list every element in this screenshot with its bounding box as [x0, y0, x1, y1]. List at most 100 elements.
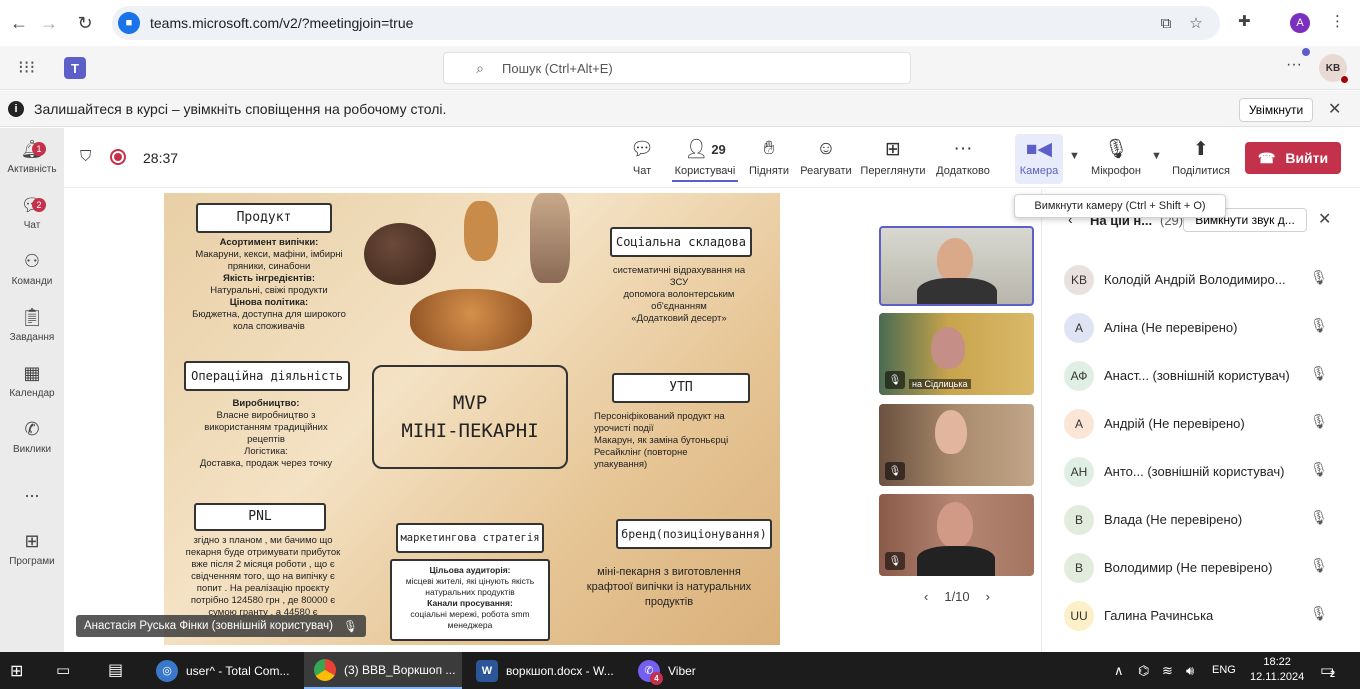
- viber-icon: ✆ 4: [638, 659, 663, 685]
- search-box[interactable]: ⌕ Пошук (Ctrl+Alt+E): [443, 52, 911, 84]
- browser-profile-avatar[interactable]: A: [1290, 13, 1310, 33]
- rail-item-teams[interactable]: ⚇ Команди: [0, 248, 64, 300]
- chevron-left-icon[interactable]: ‹: [924, 589, 928, 604]
- participant-row[interactable]: B Володимир (Не перевірено) 🎙︎: [1042, 543, 1360, 591]
- enable-notifications-button[interactable]: Увімкнути: [1239, 98, 1313, 122]
- mic-off-icon[interactable]: 🎙︎: [1310, 269, 1328, 286]
- notifications-icon[interactable]: ▭ 2: [1320, 661, 1335, 679]
- windows-start-icon[interactable]: ⊞: [10, 661, 23, 681]
- participant-name: Андрій (Не перевірено): [1104, 416, 1245, 431]
- close-icon[interactable]: ✕: [1328, 99, 1341, 119]
- chat-button[interactable]: 💬︎ Чат: [622, 136, 662, 184]
- rail-item-calls[interactable]: ✆ Виклики: [0, 416, 64, 468]
- shield-icon[interactable]: ⛉: [80, 148, 91, 165]
- rail-item-tasks[interactable]: 📋︎ Завдання: [0, 304, 64, 356]
- reload-icon[interactable]: ↻: [66, 0, 104, 46]
- mic-off-icon[interactable]: 🎙︎: [1310, 461, 1328, 478]
- meeting-timer: 28:37: [143, 150, 179, 166]
- system-clock[interactable]: 18:22 12.11.2024: [1250, 655, 1304, 685]
- rail-item-apps[interactable]: ⊞ Програми: [0, 528, 64, 580]
- share-button[interactable]: ⬆ Поділитися: [1170, 136, 1232, 184]
- participant-row[interactable]: B Влада (Не перевірено) 🎙︎: [1042, 495, 1360, 543]
- participant-row[interactable]: АФ Анаст... (зовнішній користувач) 🎙︎: [1042, 351, 1360, 399]
- recording-icon[interactable]: [110, 149, 126, 165]
- rail-item-calendar[interactable]: ▦ Календар: [0, 360, 64, 412]
- video-tile[interactable]: 🎙︎: [879, 404, 1034, 486]
- mic-off-icon[interactable]: 🎙︎: [1310, 317, 1328, 334]
- mic-off-icon[interactable]: 🎙︎: [1310, 413, 1328, 430]
- participant-row[interactable]: UU Галина Рачинська 🎙︎: [1042, 591, 1360, 639]
- more-options-icon[interactable]: ···: [1286, 56, 1302, 74]
- search-icon: ⌕: [476, 59, 484, 76]
- address-bar[interactable]: ■ teams.microsoft.com/v2/?meetingjoin=tr…: [112, 6, 1220, 40]
- taskbar-app-word[interactable]: W воркшоп.docx - W...: [468, 652, 618, 689]
- mic-off-icon[interactable]: 🎙︎: [1310, 365, 1328, 382]
- view-button[interactable]: ⊞ Переглянути: [858, 136, 928, 184]
- participant-name: Влада (Не перевірено): [1104, 512, 1243, 527]
- leave-button[interactable]: ☎ Вийти: [1245, 142, 1341, 174]
- participant-name: на Сідлицька: [909, 379, 971, 389]
- text-line: «Додатковий десерт»: [631, 313, 727, 324]
- calculator-icon[interactable]: ▤: [108, 660, 123, 680]
- language-indicator[interactable]: ENG: [1212, 664, 1236, 676]
- mic-off-icon[interactable]: 🎙︎: [1310, 509, 1328, 526]
- cinnamon-rolls-image: [410, 289, 532, 351]
- rail-item-activity[interactable]: 🔔︎ 1 Активність: [0, 136, 64, 188]
- taskbar-app-chrome[interactable]: (3) ВВВ_Воркшоп ...: [304, 652, 462, 689]
- chevron-up-icon[interactable]: ∧: [1114, 663, 1124, 679]
- browser-menu-icon[interactable]: ⋮: [1330, 12, 1345, 30]
- close-icon[interactable]: ✕: [1318, 209, 1331, 229]
- participant-row[interactable]: АН Анто... (зовнішній користувач) 🎙︎: [1042, 447, 1360, 495]
- bookmark-star-icon[interactable]: ☆: [1185, 12, 1207, 34]
- video-site-icon[interactable]: ■: [118, 12, 140, 34]
- mic-off-icon[interactable]: 🎙︎: [1310, 605, 1328, 622]
- users-button[interactable]: 👤︎ 29 Користувачі: [672, 136, 738, 184]
- pnl-title: PNL: [194, 503, 326, 531]
- more-button[interactable]: ··· Додатково: [932, 136, 994, 184]
- taskbar-app-total-commander[interactable]: ◎ user^ - Total Com...: [150, 652, 300, 689]
- text-line: Виробництво:: [232, 398, 300, 409]
- camera-options-chevron-icon[interactable]: ▼: [1069, 150, 1080, 162]
- text-line: Цінова політика:: [229, 297, 309, 308]
- marketing-title: маркетингова стратегія: [396, 523, 544, 553]
- install-app-icon[interactable]: ⧉: [1155, 12, 1177, 34]
- wifi-icon[interactable]: ≋: [1162, 663, 1173, 679]
- text-line: Натуральні, свіжі продукти: [210, 285, 328, 296]
- participant-row[interactable]: KB Колодій Андрій Володимиро... 🎙︎: [1042, 255, 1360, 303]
- microphone-button[interactable]: 🎙︎ Мікрофон: [1088, 136, 1144, 184]
- participant-avatar: АФ: [1064, 361, 1094, 391]
- active-speaker-label: Анастасія Руська Фінки (зовнішній корист…: [76, 615, 366, 637]
- rail-item-chat[interactable]: 💬︎ 2 Чат: [0, 192, 64, 244]
- search-placeholder[interactable]: Пошук (Ctrl+Alt+E): [502, 61, 613, 76]
- clipboard-icon: 📋︎: [20, 306, 44, 327]
- video-tile[interactable]: на Сідлицька 🎙︎: [879, 313, 1034, 395]
- text-line: Логістика:: [244, 446, 288, 457]
- operations-text: Виробництво: Власне виробництво з викори…: [174, 398, 358, 470]
- participant-avatar: B: [1064, 553, 1094, 583]
- network-icon[interactable]: ⌬: [1138, 663, 1149, 679]
- participant-row[interactable]: A Аліна (Не перевірено) 🎙︎: [1042, 303, 1360, 351]
- button-label: Чат: [632, 165, 652, 177]
- mic-options-chevron-icon[interactable]: ▼: [1151, 150, 1162, 162]
- video-tile[interactable]: 🎙︎: [879, 494, 1034, 576]
- chevron-right-icon[interactable]: ›: [986, 589, 990, 604]
- taskbar-app-viber[interactable]: ✆ 4 Viber: [630, 652, 710, 689]
- forward-arrow-icon[interactable]: →: [30, 0, 68, 46]
- video-tile[interactable]: [879, 226, 1034, 306]
- rail-more[interactable]: ...: [0, 478, 64, 506]
- raise-hand-button[interactable]: ✋︎ Підняти: [746, 136, 792, 184]
- volume-icon[interactable]: 🔊︎: [1186, 663, 1194, 679]
- url-text[interactable]: teams.microsoft.com/v2/?meetingjoin=true: [150, 15, 413, 31]
- social-title: Соціальна складова: [610, 227, 752, 257]
- camera-button[interactable]: ■◀︎ Камера: [1015, 136, 1063, 184]
- app-launcher-icon[interactable]: ⁝⁝⁝: [18, 57, 35, 78]
- task-view-icon[interactable]: ▭: [56, 661, 70, 679]
- mic-off-icon[interactable]: 🎙︎: [1310, 557, 1328, 574]
- extensions-icon[interactable]: ✚: [1238, 12, 1251, 30]
- text-line: Макарун, як заміна бутоньєрці: [594, 435, 729, 446]
- participant-row[interactable]: A Андрій (Не перевірено) 🎙︎: [1042, 399, 1360, 447]
- text-line: рецептів: [247, 434, 285, 445]
- react-button[interactable]: ☺ Реагувати: [798, 136, 854, 184]
- clock-time: 18:22: [1263, 656, 1291, 668]
- text-line: кола споживачів: [233, 321, 305, 332]
